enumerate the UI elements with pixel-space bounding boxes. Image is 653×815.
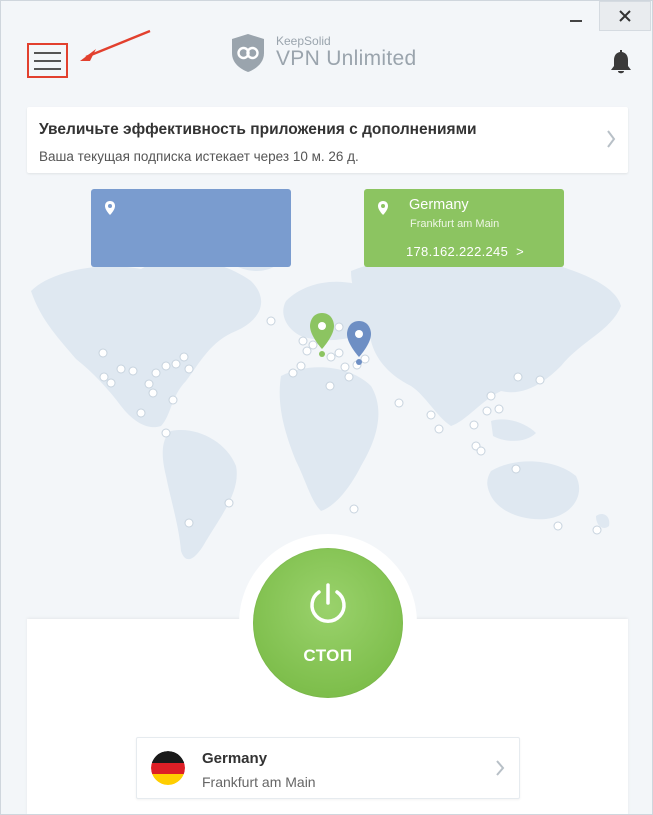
server-country: Germany — [202, 750, 268, 767]
hamburger-icon — [34, 51, 61, 54]
app-logo: KeepSolid VPN Unlimited — [230, 33, 416, 73]
server-city: Frankfurt am Main — [202, 774, 316, 790]
destination-location-card[interactable]: Germany Frankfurt am Main 178.162.222.24… — [364, 189, 564, 267]
bell-icon[interactable] — [609, 50, 633, 76]
minimize-icon — [570, 20, 582, 22]
destination-country: Germany — [409, 197, 469, 213]
close-button[interactable] — [599, 1, 651, 31]
server-selector[interactable]: Germany Frankfurt am Main — [136, 737, 520, 799]
location-pin-icon — [105, 201, 115, 215]
power-stop-button[interactable]: СТОП — [253, 548, 403, 698]
destination-ip: 178.162.222.245 > — [406, 244, 525, 259]
chevron-right-icon — [607, 130, 616, 148]
origin-location-card — [91, 189, 291, 267]
germany-flag-icon — [151, 751, 185, 785]
promo-card[interactable]: Увеличьте эффективность приложения с доп… — [27, 107, 628, 173]
power-button-label: СТОП — [303, 646, 353, 665]
destination-pin-icon — [310, 313, 334, 357]
destination-city: Frankfurt am Main — [410, 218, 500, 230]
ip-chevron: > — [516, 244, 525, 259]
location-pin-icon — [378, 201, 388, 215]
promo-subtitle: Ваша текущая подписка истекает через 10 … — [39, 149, 359, 164]
brand-product: VPN Unlimited — [276, 47, 417, 70]
promo-title: Увеличьте эффективность приложения с доп… — [39, 121, 477, 138]
hamburger-menu-button[interactable] — [27, 43, 68, 78]
close-icon — [619, 10, 631, 22]
chevron-right-icon — [496, 760, 505, 776]
power-icon — [310, 583, 346, 623]
minimize-button[interactable] — [556, 1, 596, 31]
annotation-arrow-icon — [80, 29, 151, 61]
app-window: KeepSolid VPN Unlimited Увеличьте эффект… — [0, 0, 653, 815]
brand-company: KeepSolid — [276, 34, 331, 48]
shield-logo-icon — [232, 34, 264, 72]
